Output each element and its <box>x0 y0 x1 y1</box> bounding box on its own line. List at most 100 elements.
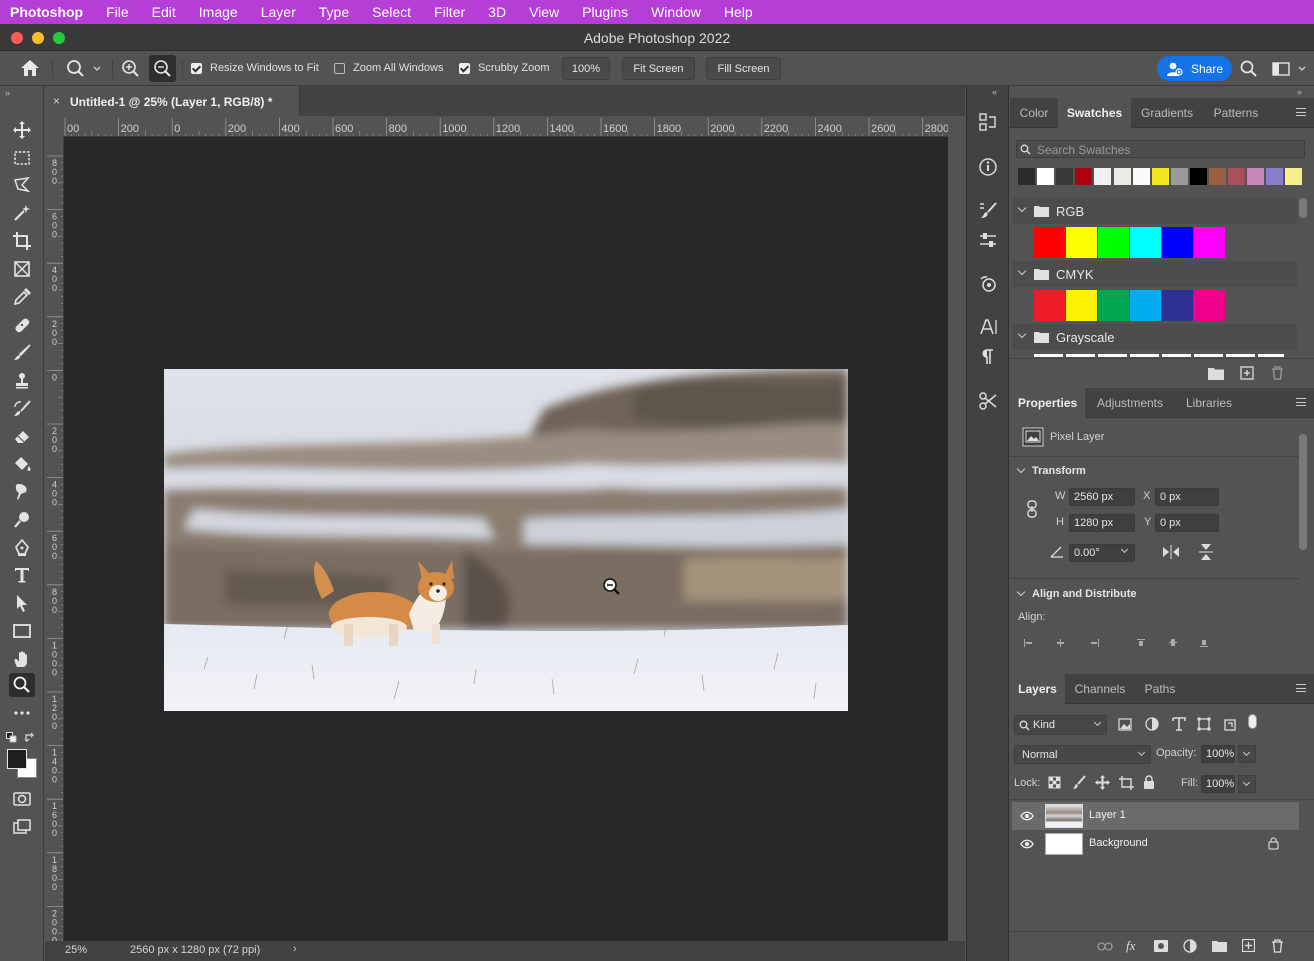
eyedropper-tool-icon[interactable] <box>9 285 35 309</box>
layer-name[interactable]: Layer 1 <box>1089 809 1126 821</box>
tab-channels[interactable]: Channels <box>1065 674 1135 704</box>
swap-colors-icon[interactable] <box>24 732 36 744</box>
lock-all-icon[interactable] <box>1143 775 1155 789</box>
tab-layers[interactable]: Layers <box>1010 674 1065 704</box>
clone-source-icon[interactable] <box>976 272 1000 296</box>
color-swatch[interactable] <box>1170 168 1188 185</box>
color-swatch[interactable] <box>1075 168 1093 185</box>
zoom-tool-preset-icon[interactable] <box>65 59 105 79</box>
lock-position-icon[interactable] <box>1095 775 1110 790</box>
tab-adjustments[interactable]: Adjustments <box>1086 388 1174 418</box>
swatch-group-rgb[interactable]: RGB <box>1012 198 1297 224</box>
hand-tool-icon[interactable] <box>9 647 35 671</box>
eraser-tool-icon[interactable] <box>9 424 35 448</box>
smudge-tool-icon[interactable] <box>9 480 35 504</box>
scrubby-zoom-checkbox[interactable] <box>459 63 470 74</box>
color-swatch[interactable] <box>1194 290 1225 321</box>
corgi-snow-photo[interactable] <box>164 369 848 711</box>
filter-adjustment-icon[interactable] <box>1145 717 1159 731</box>
color-swatch[interactable] <box>1228 168 1246 185</box>
new-group-folder-icon[interactable] <box>1208 367 1224 380</box>
swatches-scrollbar[interactable] <box>1299 198 1307 218</box>
color-swatch[interactable] <box>1209 168 1226 185</box>
properties-scrollbar[interactable] <box>1299 434 1307 550</box>
search-icon[interactable] <box>1240 60 1258 78</box>
history-panel-icon[interactable] <box>976 110 1000 134</box>
more-tools-icon[interactable] <box>9 701 35 725</box>
color-swatch[interactable] <box>1066 290 1097 321</box>
document-tab[interactable]: × Untitled-1 @ 25% (Layer 1, RGB/8) * <box>45 86 300 116</box>
color-swatch[interactable] <box>1266 168 1284 185</box>
pen-tool-icon[interactable] <box>9 536 35 560</box>
color-swatch[interactable] <box>1056 168 1074 185</box>
filter-toggle-switch[interactable] <box>1248 714 1257 729</box>
color-swatch[interactable] <box>1098 227 1129 258</box>
menu-photoshop[interactable]: Photoshop <box>10 4 83 20</box>
frame-tool-icon[interactable] <box>9 257 35 281</box>
canvas-area[interactable] <box>64 137 948 941</box>
tab-gradients[interactable]: Gradients <box>1131 98 1203 128</box>
link-layers-icon[interactable] <box>1097 942 1113 951</box>
quick-mask-icon[interactable] <box>9 787 35 811</box>
character-panel-icon[interactable] <box>976 315 1000 339</box>
color-swatch[interactable] <box>1034 227 1065 258</box>
x-field[interactable]: 0 px <box>1155 488 1219 506</box>
opacity-dropdown[interactable] <box>1238 745 1256 763</box>
zoom-tool-icon[interactable] <box>9 673 35 697</box>
align-collapse-icon[interactable] <box>1016 587 1026 597</box>
color-swatch[interactable] <box>1162 290 1193 321</box>
layers-panel-menu-icon[interactable] <box>1296 684 1306 692</box>
flip-vertical-icon[interactable] <box>1199 543 1213 561</box>
y-field[interactable]: 0 px <box>1155 514 1219 532</box>
brush-tool-icon[interactable] <box>9 341 35 365</box>
tab-paths[interactable]: Paths <box>1135 674 1185 704</box>
color-swatch[interactable] <box>1018 168 1035 185</box>
menu-layer[interactable]: Layer <box>261 4 296 20</box>
menu-filter[interactable]: Filter <box>434 4 465 20</box>
new-swatch-icon[interactable] <box>1240 366 1254 380</box>
clone-stamp-tool-icon[interactable] <box>9 369 35 393</box>
visibility-eye-icon[interactable] <box>1020 810 1034 822</box>
zoom-level-field[interactable]: 100% <box>562 57 610 80</box>
color-swatch[interactable] <box>1130 227 1161 258</box>
height-field[interactable]: 1280 px <box>1069 514 1135 532</box>
properties-panel-menu-icon[interactable] <box>1296 398 1306 406</box>
tab-color[interactable]: Color <box>1010 98 1058 128</box>
menu-plugins[interactable]: Plugins <box>582 4 628 20</box>
healing-brush-tool-icon[interactable] <box>9 313 35 337</box>
menu-type[interactable]: Type <box>319 4 349 20</box>
brush-settings-icon[interactable] <box>976 198 1000 222</box>
vertical-ruler[interactable]: 8006004002000200400600800100012001400160… <box>45 137 64 941</box>
color-swatch[interactable] <box>1132 168 1150 185</box>
layer-row-layer-1[interactable]: Layer 1 <box>1012 802 1299 830</box>
menu-3d[interactable]: 3D <box>488 4 506 20</box>
menu-image[interactable]: Image <box>199 4 238 20</box>
screen-mode-icon[interactable] <box>9 815 35 839</box>
collapse-toolbar-icon[interactable]: » <box>5 88 10 98</box>
zoom-all-windows-checkbox[interactable] <box>334 63 345 74</box>
color-swatch[interactable] <box>1037 168 1055 185</box>
info-panel-icon[interactable] <box>976 155 1000 179</box>
collapse-panels-icon[interactable]: » <box>1297 87 1302 97</box>
zoom-out-button[interactable] <box>149 55 176 82</box>
foreground-color-swatch[interactable] <box>7 749 27 769</box>
color-swatch[interactable] <box>1113 168 1131 185</box>
paint-bucket-tool-icon[interactable] <box>9 452 35 476</box>
menu-help[interactable]: Help <box>724 4 753 20</box>
delete-layer-icon[interactable] <box>1271 939 1284 953</box>
color-swatch[interactable] <box>1094 168 1112 185</box>
transform-collapse-icon[interactable] <box>1016 464 1026 474</box>
layer-style-fx-icon[interactable]: fx <box>1126 938 1135 954</box>
kind-filter-dropdown[interactable]: Kind <box>1014 715 1107 735</box>
color-swatch[interactable] <box>1034 290 1065 321</box>
filter-pixel-icon[interactable] <box>1118 718 1132 731</box>
color-swatch[interactable] <box>1247 168 1265 185</box>
lock-transparent-icon[interactable] <box>1048 776 1061 789</box>
status-menu-arrow-icon[interactable]: › <box>293 943 297 955</box>
zoom-in-icon[interactable] <box>121 59 141 79</box>
workspace-icon[interactable] <box>1272 61 1308 77</box>
fill-field[interactable]: 100% <box>1201 775 1235 793</box>
color-swatch[interactable] <box>1130 290 1161 321</box>
new-group-icon[interactable] <box>1212 940 1227 952</box>
magic-wand-tool-icon[interactable] <box>9 201 35 225</box>
